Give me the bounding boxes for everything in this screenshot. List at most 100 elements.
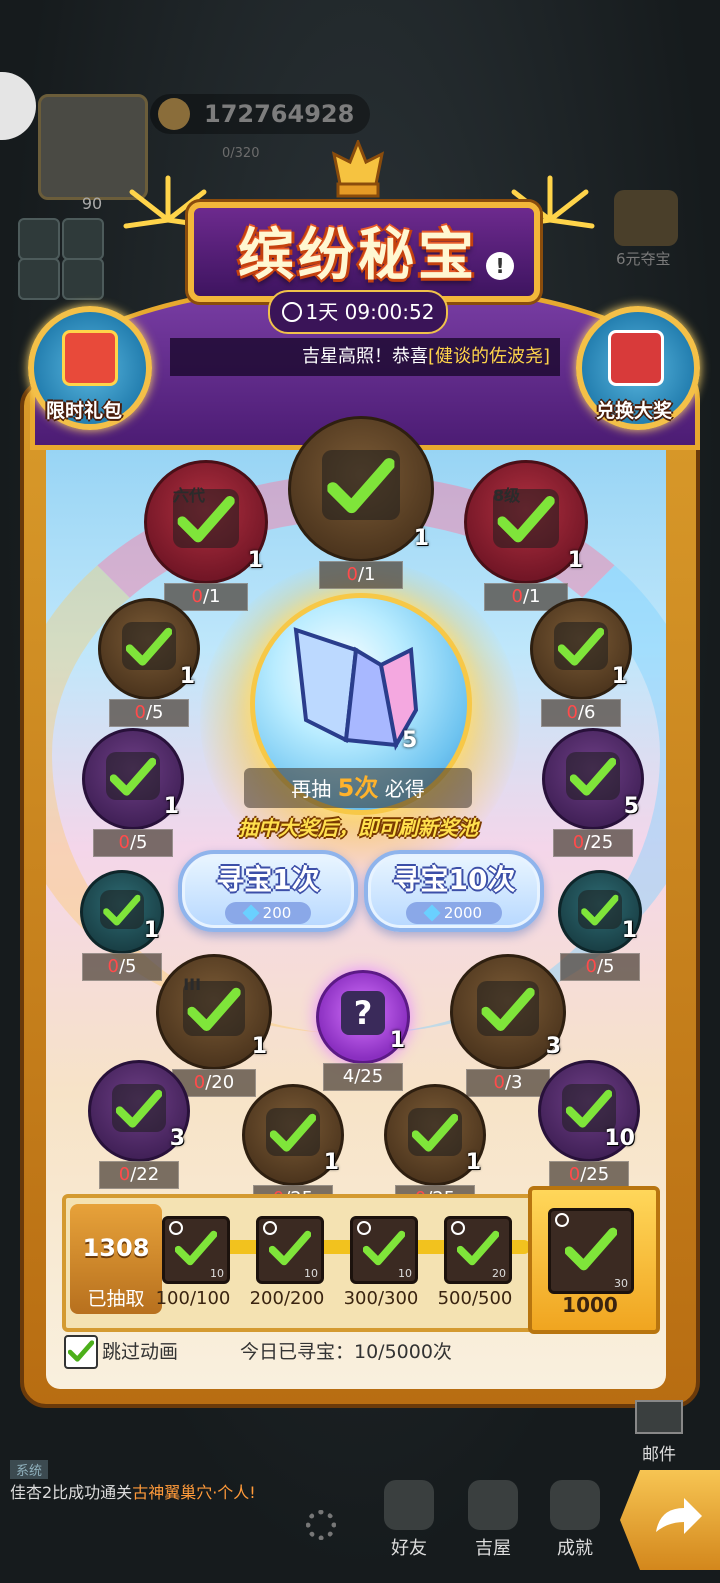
achievements-button[interactable]: 成就 [540, 1480, 610, 1560]
chat-tag: 系统 [10, 1460, 49, 1479]
draw-once-label: 寻宝1次 [216, 863, 320, 896]
grand-prize-count: 5 [402, 728, 418, 753]
currency-icon [158, 98, 190, 130]
prize-progress: 0/22 [99, 1161, 179, 1189]
check-icon [411, 1113, 459, 1152]
check-icon [569, 757, 617, 796]
today-count: 今日已寻宝：10/5000次 [240, 1341, 452, 1363]
prize-count: 1 [163, 794, 179, 819]
check-icon [327, 458, 395, 514]
chat-place: 古神翼巢穴·个人! [132, 1483, 256, 1502]
item-count: 10 [398, 1267, 412, 1280]
prize-progress: 0/6 [541, 699, 621, 727]
check-icon [175, 1230, 217, 1266]
guarantee-count: 5次 [337, 774, 379, 802]
prize-count: 1 [567, 548, 583, 573]
milestone-item[interactable]: 10 [350, 1216, 418, 1284]
prize-count: 3 [169, 1126, 185, 1151]
currency-amount: 172764928 [204, 100, 355, 128]
house-button[interactable]: 吉屋 [458, 1480, 528, 1560]
check-icon [363, 1230, 405, 1266]
player-level: 90 [81, 194, 103, 213]
prize-count: 1 [611, 664, 627, 689]
prize-progress: 0/25 [553, 829, 633, 857]
side-icon[interactable] [62, 218, 104, 260]
gear-icon[interactable] [306, 1510, 336, 1540]
prize-node-left-2[interactable]: 1 0/5 [82, 728, 184, 857]
trophy-icon [550, 1480, 600, 1530]
prize-node-top-right[interactable]: 8级 1 0/1 [464, 460, 588, 611]
clock-icon [281, 302, 302, 322]
final-milestone-item[interactable]: 30 [548, 1208, 634, 1294]
prize-count: 1 [251, 1034, 267, 1059]
prize-node-right-1[interactable]: 1 0/6 [530, 598, 632, 727]
prize-count: 1 [179, 664, 195, 689]
prize-node-left-3[interactable]: 1 0/5 [80, 870, 164, 981]
chat-feed[interactable]: 系统 佳杏2比成功通关古神翼巢穴·个人! [10, 1460, 320, 1530]
skip-animation-label: 跳过动画 [102, 1341, 179, 1363]
prize-node-right-2[interactable]: 5 0/25 [542, 728, 644, 857]
side-icon[interactable] [62, 258, 104, 300]
prize-count: 3 [545, 1034, 561, 1059]
item-count: 10 [210, 1267, 224, 1280]
check-icon [103, 894, 141, 926]
guarantee-bar: 再抽 5次 必得 [244, 768, 472, 808]
skip-animation-checkbox[interactable] [64, 1335, 98, 1369]
prize-node-left-1[interactable]: 1 0/5 [98, 598, 200, 727]
prize-node-bottom-3[interactable]: 10/25 [384, 1084, 486, 1213]
check-icon [481, 987, 535, 1032]
expand-arrow-button[interactable] [620, 1470, 720, 1570]
check-icon [269, 1230, 311, 1266]
prize-progress: 4/25 [323, 1063, 403, 1091]
prize-count: 1 [143, 918, 159, 943]
prize-node-bottom-1[interactable]: 3 0/22 [88, 1060, 190, 1189]
prize-node-top-center[interactable]: 1 0/1 [288, 416, 434, 589]
prize-node-mid-left[interactable]: III 1 0/20 [156, 954, 272, 1097]
prize-count: 1 [621, 918, 637, 943]
mail-icon [635, 1400, 683, 1434]
event-icon[interactable] [614, 190, 678, 246]
side-icon[interactable] [18, 258, 60, 300]
mystery-icon: ? [341, 990, 385, 1035]
draw-ten-button[interactable]: 寻宝10次 2000 [364, 850, 544, 932]
timer-text: 1天 09:00:52 [305, 300, 435, 324]
arrow-icon [656, 1498, 702, 1534]
announcement-text: 吉星高照！恭喜 [301, 346, 428, 367]
check-icon [565, 1089, 613, 1128]
announcement-player: [健谈的佐波尧] [427, 346, 550, 367]
prize-count: 1 [389, 1028, 405, 1053]
event-label: 6元夺宝 [616, 250, 671, 268]
diamond-icon [423, 904, 441, 922]
final-milestone-progress: 1000 [562, 1293, 618, 1317]
milestone-progress: 200/200 [249, 1288, 325, 1309]
prize-node-top-left[interactable]: 六代 1 0/1 [144, 460, 268, 611]
milestone-progress: 500/500 [437, 1288, 513, 1309]
milestone-item[interactable]: 10 [162, 1216, 230, 1284]
prize-node-mid-right[interactable]: 3 0/3 [450, 954, 566, 1097]
diamond-icon [242, 904, 260, 922]
info-button[interactable]: ! [486, 252, 514, 280]
milestone-item[interactable]: 10 [256, 1216, 324, 1284]
prize-node-right-3[interactable]: 1 0/5 [558, 870, 642, 981]
mail-button[interactable]: 邮件 [624, 1400, 694, 1465]
limited-gift-label: 限时礼包 [45, 400, 122, 422]
guarantee-suffix: 必得 [384, 777, 425, 801]
check-icon [109, 757, 157, 796]
prize-progress: 0/5 [82, 953, 162, 981]
side-icon[interactable] [18, 218, 60, 260]
prize-progress: 0/5 [109, 699, 189, 727]
draw-once-button[interactable]: 寻宝1次 200 [178, 850, 358, 932]
check-icon [125, 627, 173, 666]
prize-progress: 0/5 [93, 829, 173, 857]
prize-node-bottom-2[interactable]: 10/25 [242, 1084, 344, 1213]
milestone-item[interactable]: 20 [444, 1216, 512, 1284]
milestone-progress: 100/100 [155, 1288, 231, 1309]
prize-progress: 0/5 [560, 953, 640, 981]
prize-count: 10 [604, 1126, 635, 1151]
friends-icon [384, 1480, 434, 1530]
redeem-grand-prize-label: 兑换大奖 [595, 400, 672, 422]
guarantee-prefix: 再抽 [291, 777, 332, 801]
prize-node-bottom-4[interactable]: 10 0/25 [538, 1060, 640, 1189]
prize-node-mystery[interactable]: ? 1 4/25 [316, 970, 410, 1091]
friends-button[interactable]: 好友 [374, 1480, 444, 1560]
